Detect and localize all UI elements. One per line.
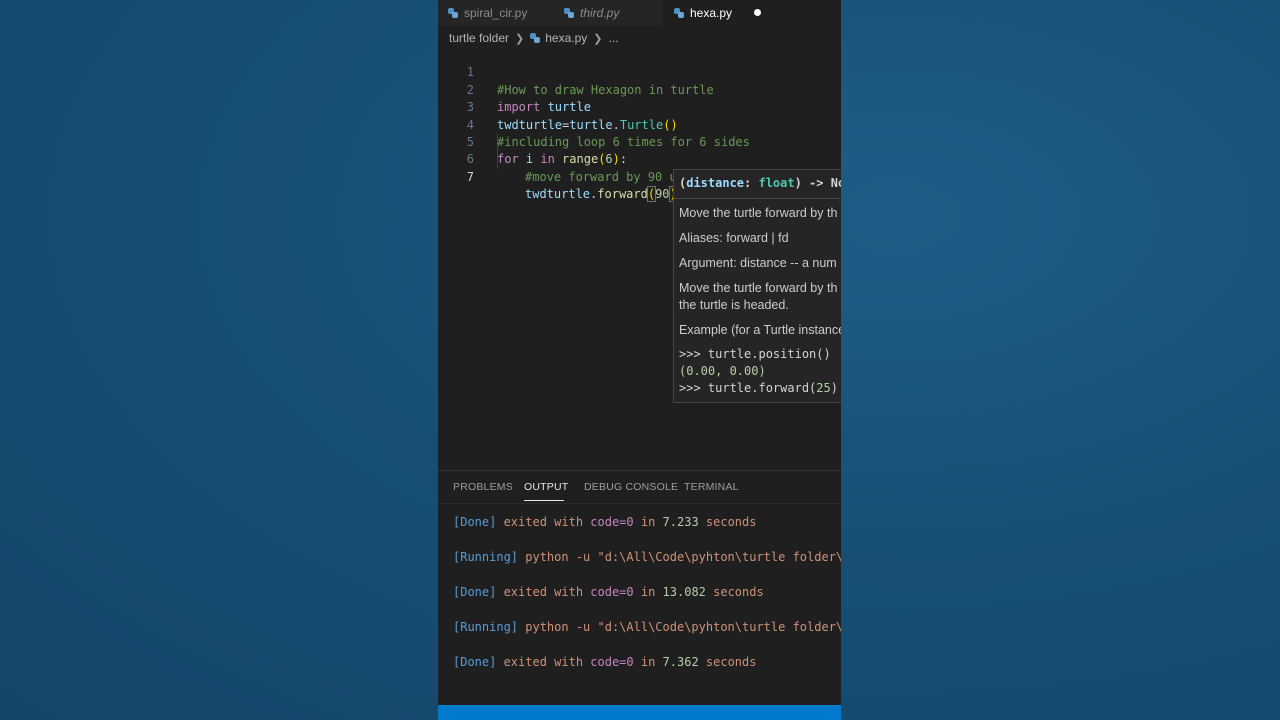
tab-terminal[interactable]: TERMINAL	[684, 481, 739, 493]
output-text: exited with	[496, 515, 591, 529]
number: 90	[655, 187, 670, 202]
example-call: >>> turtle.forward(	[679, 381, 817, 395]
output-text: in	[633, 655, 663, 669]
active-tab-indicator	[524, 500, 564, 501]
output-text: seconds	[698, 655, 757, 669]
output-time: 7.233	[662, 515, 699, 529]
output-code: code=0	[590, 655, 634, 669]
bracket: (	[646, 186, 657, 203]
tab-spiral-cir[interactable]: spiral_cir.py	[448, 0, 527, 26]
python-file-icon	[448, 8, 458, 18]
tab-problems[interactable]: PROBLEMS	[453, 481, 513, 493]
sig-param: distance	[686, 176, 745, 190]
hover-tooltip[interactable]: (distance: float) -> No Move the turtle …	[673, 169, 841, 403]
breadcrumb-file[interactable]: hexa.py	[545, 31, 587, 45]
tab-debug-console[interactable]: DEBUG CONSOLE	[584, 481, 678, 493]
output-text: exited with	[496, 585, 591, 599]
bottom-panel: PROBLEMS OUTPUT DEBUG CONSOLE TERMINAL […	[438, 470, 841, 706]
line-number: 7	[466, 169, 474, 184]
output-tag: [Done]	[453, 585, 497, 599]
chevron-right-icon: ❯	[593, 32, 603, 45]
output-code: code=0	[590, 515, 634, 529]
output-text: exited with	[496, 655, 591, 669]
tab-label: spiral_cir.py	[464, 6, 528, 20]
python-file-icon	[530, 33, 541, 43]
doc-description-2b: the turtle is headed.	[679, 298, 789, 312]
code-line: 3 twdturtle=turtle.Turtle()	[438, 82, 841, 131]
breadcrumb-more[interactable]: ...	[609, 31, 619, 45]
sig-type: float	[758, 176, 795, 190]
doc-aliases: Aliases: forward | fd	[679, 231, 789, 245]
divider	[438, 503, 841, 504]
function-signature: (distance: float) -> No	[679, 176, 841, 190]
python-file-icon	[564, 8, 574, 18]
tab-hexa[interactable]: hexa.py	[662, 0, 841, 26]
sig-return: ) -> No	[794, 176, 841, 190]
output-tag: [Running]	[453, 550, 519, 564]
output-code: code=0	[590, 585, 634, 599]
unsaved-dot-icon[interactable]	[754, 9, 761, 16]
doc-description: Move the turtle forward by th	[679, 206, 838, 220]
code-line-current: 7 twdturtle.forward(90)	[438, 151, 841, 203]
breadcrumb: turtle folder ❯ hexa.py ❯ ...	[449, 30, 619, 46]
code-line: 2 import turtle	[438, 64, 841, 114]
doc-description-2: Move the turtle forward by th	[679, 281, 838, 295]
output-line: [Done] exited with code=0 in 13.082 seco…	[453, 585, 764, 599]
output-tag: [Done]	[453, 655, 497, 669]
chevron-right-icon: ❯	[515, 32, 525, 45]
example-number: 25	[816, 381, 831, 395]
sig-colon: :	[744, 176, 759, 190]
doc-example-heading: Example (for a Turtle instance	[679, 323, 841, 337]
doc-example-line: >>> turtle.forward(25)	[679, 381, 838, 395]
output-line: [Running] python -u "d:\All\Code\pyhton\…	[453, 550, 841, 564]
output-line: [Running] python -u "d:\All\Code\pyhton\…	[453, 620, 841, 634]
output-tag: [Done]	[453, 515, 497, 529]
code-line: 5 for i in range(6):	[438, 117, 841, 166]
output-line: [Done] exited with code=0 in 7.233 secon…	[453, 515, 756, 529]
divider	[674, 198, 841, 199]
python-file-icon	[674, 8, 684, 18]
example-output: (0.00, 0.00)	[679, 364, 766, 378]
example-paren: )	[830, 381, 838, 395]
code-line: 4 #including loop 6 times for 6 sides	[438, 99, 841, 149]
vscode-editor-window: spiral_cir.py third.py hexa.py turtle fo…	[438, 0, 841, 720]
tab-output[interactable]: OUTPUT	[524, 481, 568, 493]
output-text: seconds	[698, 515, 757, 529]
variable: twdturtle	[525, 187, 591, 202]
tab-third[interactable]: third.py	[564, 0, 619, 26]
output-text: seconds	[705, 585, 764, 599]
output-line: [Done] exited with code=0 in 7.362 secon…	[453, 655, 756, 669]
doc-example-line: >>> turtle.position()	[679, 347, 831, 361]
breadcrumb-folder[interactable]: turtle folder	[449, 31, 509, 45]
status-bar	[438, 705, 841, 720]
output-text: python -u "d:\All\Code\pyhton\turtle fol…	[518, 620, 841, 634]
tab-label: hexa.py	[690, 6, 733, 20]
function-name: forward	[597, 187, 648, 202]
output-time: 7.362	[662, 655, 699, 669]
output-tag: [Running]	[453, 620, 519, 634]
output-text: python -u "d:\All\Code\pyhton\turtle fol…	[518, 550, 841, 564]
output-text: in	[633, 515, 663, 529]
doc-example-line: (0.00, 0.00)	[679, 364, 766, 378]
code-line: 6 #move forward by 90 units	[438, 134, 841, 183]
code-line: 1 #How to draw Hexagon in turtle	[438, 47, 841, 96]
output-time: 13.082	[662, 585, 706, 599]
tab-bar: spiral_cir.py third.py hexa.py	[438, 0, 841, 26]
output-text: in	[633, 585, 663, 599]
doc-argument: Argument: distance -- a num	[679, 256, 837, 270]
tab-label: third.py	[580, 6, 620, 20]
